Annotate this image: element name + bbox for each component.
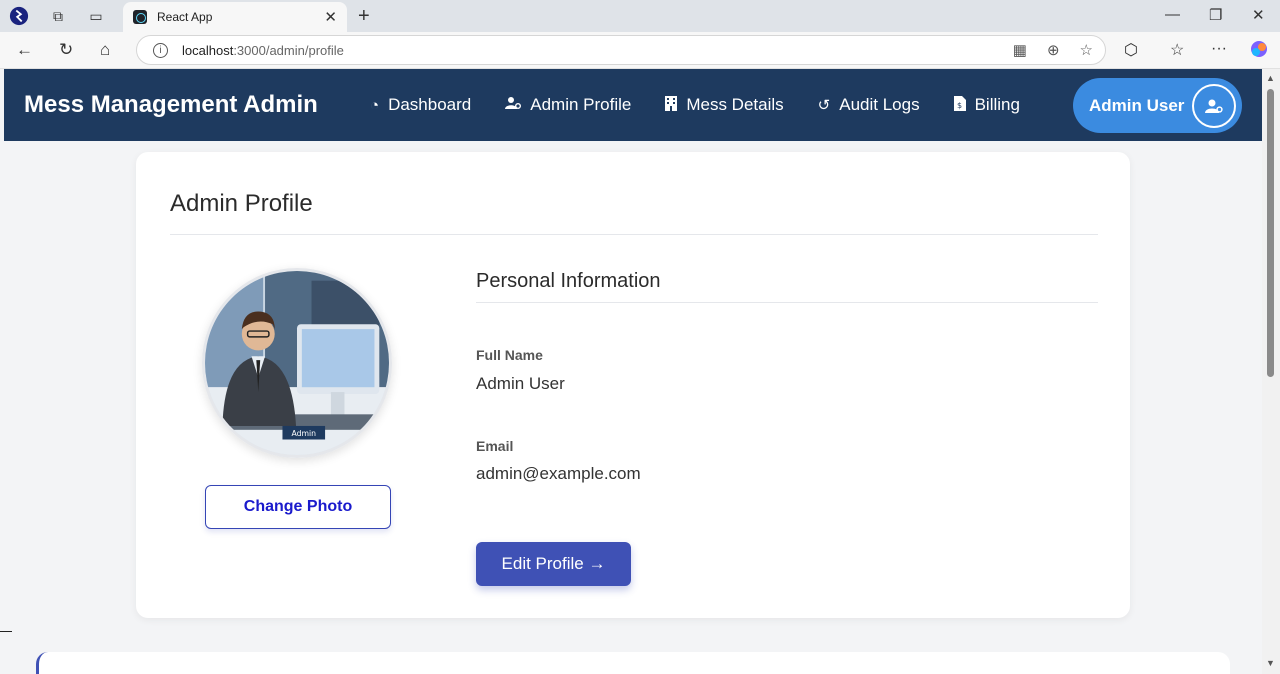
copilot-icon[interactable]	[1249, 39, 1269, 64]
more-icon[interactable]: ···	[1211, 40, 1227, 58]
back-icon[interactable]: ←	[16, 40, 33, 60]
page-scrollbar[interactable]: ▲ ▼	[1262, 69, 1280, 674]
admin-illustration: Admin	[205, 271, 389, 455]
dashboard-gauge-icon: ◔	[370, 96, 380, 114]
browser-profile-icon[interactable]	[9, 6, 29, 26]
nav-admin-profile[interactable]: Admin Profile	[505, 95, 631, 115]
user-name: Admin User	[1089, 95, 1185, 115]
close-tab-icon[interactable]: ✕	[324, 8, 337, 26]
close-window-icon[interactable]: ✕	[1252, 6, 1265, 24]
favorite-star-icon[interactable]: ☆	[1080, 41, 1093, 59]
scroll-up-icon[interactable]: ▲	[1266, 73, 1275, 83]
new-tab-icon[interactable]: +	[358, 5, 370, 28]
minimize-icon[interactable]: —	[1165, 6, 1180, 23]
browser-tab[interactable]: React App ✕	[123, 2, 347, 32]
nav-links: ◔ Dashboard Admin Profile Mess Details ↺…	[370, 95, 1054, 115]
full-name-label: Full Name	[476, 347, 543, 363]
full-name-value: Admin User	[476, 374, 565, 393]
browser-tab-bar: ⧉ ▭ React App ✕ + — ❐ ✕	[0, 0, 1280, 32]
top-navbar: Mess Management Admin ◔ Dashboard Admin …	[4, 69, 1262, 141]
section-title: Personal Information	[476, 270, 661, 292]
tab-title: React App	[157, 10, 213, 24]
edit-profile-button[interactable]: Edit Profile →	[476, 542, 631, 586]
user-avatar-icon	[1192, 83, 1236, 128]
building-icon	[665, 95, 678, 115]
react-favicon-icon	[133, 10, 147, 24]
section-divider	[476, 302, 1098, 303]
restore-icon[interactable]: ❐	[1209, 6, 1222, 24]
email-label: Email	[476, 438, 514, 454]
history-icon: ↺	[817, 97, 831, 114]
address-bar[interactable]: i localhost:3000/admin/profile ▦ ⊕ ☆	[136, 35, 1106, 65]
home-icon[interactable]: ⌂	[100, 40, 110, 60]
divider	[170, 234, 1098, 235]
scroll-down-icon[interactable]: ▼	[1266, 658, 1275, 668]
nav-dashboard[interactable]: ◔ Dashboard	[370, 95, 471, 115]
extensions-icon[interactable]: ⬡	[1124, 40, 1138, 60]
change-photo-button[interactable]: Change Photo	[205, 485, 391, 529]
url-text: localhost:3000/admin/profile	[182, 42, 344, 58]
profile-card: Admin Profile Admin Change Photo Persona…	[136, 152, 1130, 618]
text-cursor-mark	[0, 631, 12, 632]
page-title: Admin Profile	[170, 190, 313, 217]
tab-actions-icon[interactable]: ▭	[86, 6, 106, 26]
favorites-icon[interactable]: ☆	[1170, 40, 1184, 60]
svg-text:$: $	[957, 101, 962, 110]
site-info-icon[interactable]: i	[153, 42, 168, 58]
user-menu-button[interactable]: Admin User	[1073, 78, 1242, 133]
nav-mess-details[interactable]: Mess Details	[665, 95, 784, 115]
nav-billing[interactable]: $ Billing	[953, 95, 1020, 115]
profile-photo: Admin	[202, 268, 392, 458]
browser-toolbar: ← ↻ ⌂ i localhost:3000/admin/profile ▦ ⊕…	[0, 32, 1280, 69]
app-viewport: Mess Management Admin ◔ Dashboard Admin …	[4, 69, 1262, 674]
refresh-icon[interactable]: ↻	[59, 40, 73, 60]
email-value: admin@example.com	[476, 464, 641, 483]
photo-caption: Admin	[291, 429, 316, 438]
nav-audit-logs[interactable]: ↺ Audit Logs	[818, 95, 920, 115]
scroll-thumb[interactable]	[1267, 89, 1274, 377]
user-cog-icon	[505, 96, 522, 114]
secondary-card	[36, 652, 1230, 674]
zoom-icon[interactable]: ⊕	[1047, 41, 1060, 59]
app-brand[interactable]: Mess Management Admin	[24, 91, 318, 119]
workspaces-icon[interactable]: ⧉	[48, 6, 68, 26]
invoice-icon: $	[953, 95, 966, 115]
reader-view-icon[interactable]: ▦	[1013, 41, 1027, 59]
